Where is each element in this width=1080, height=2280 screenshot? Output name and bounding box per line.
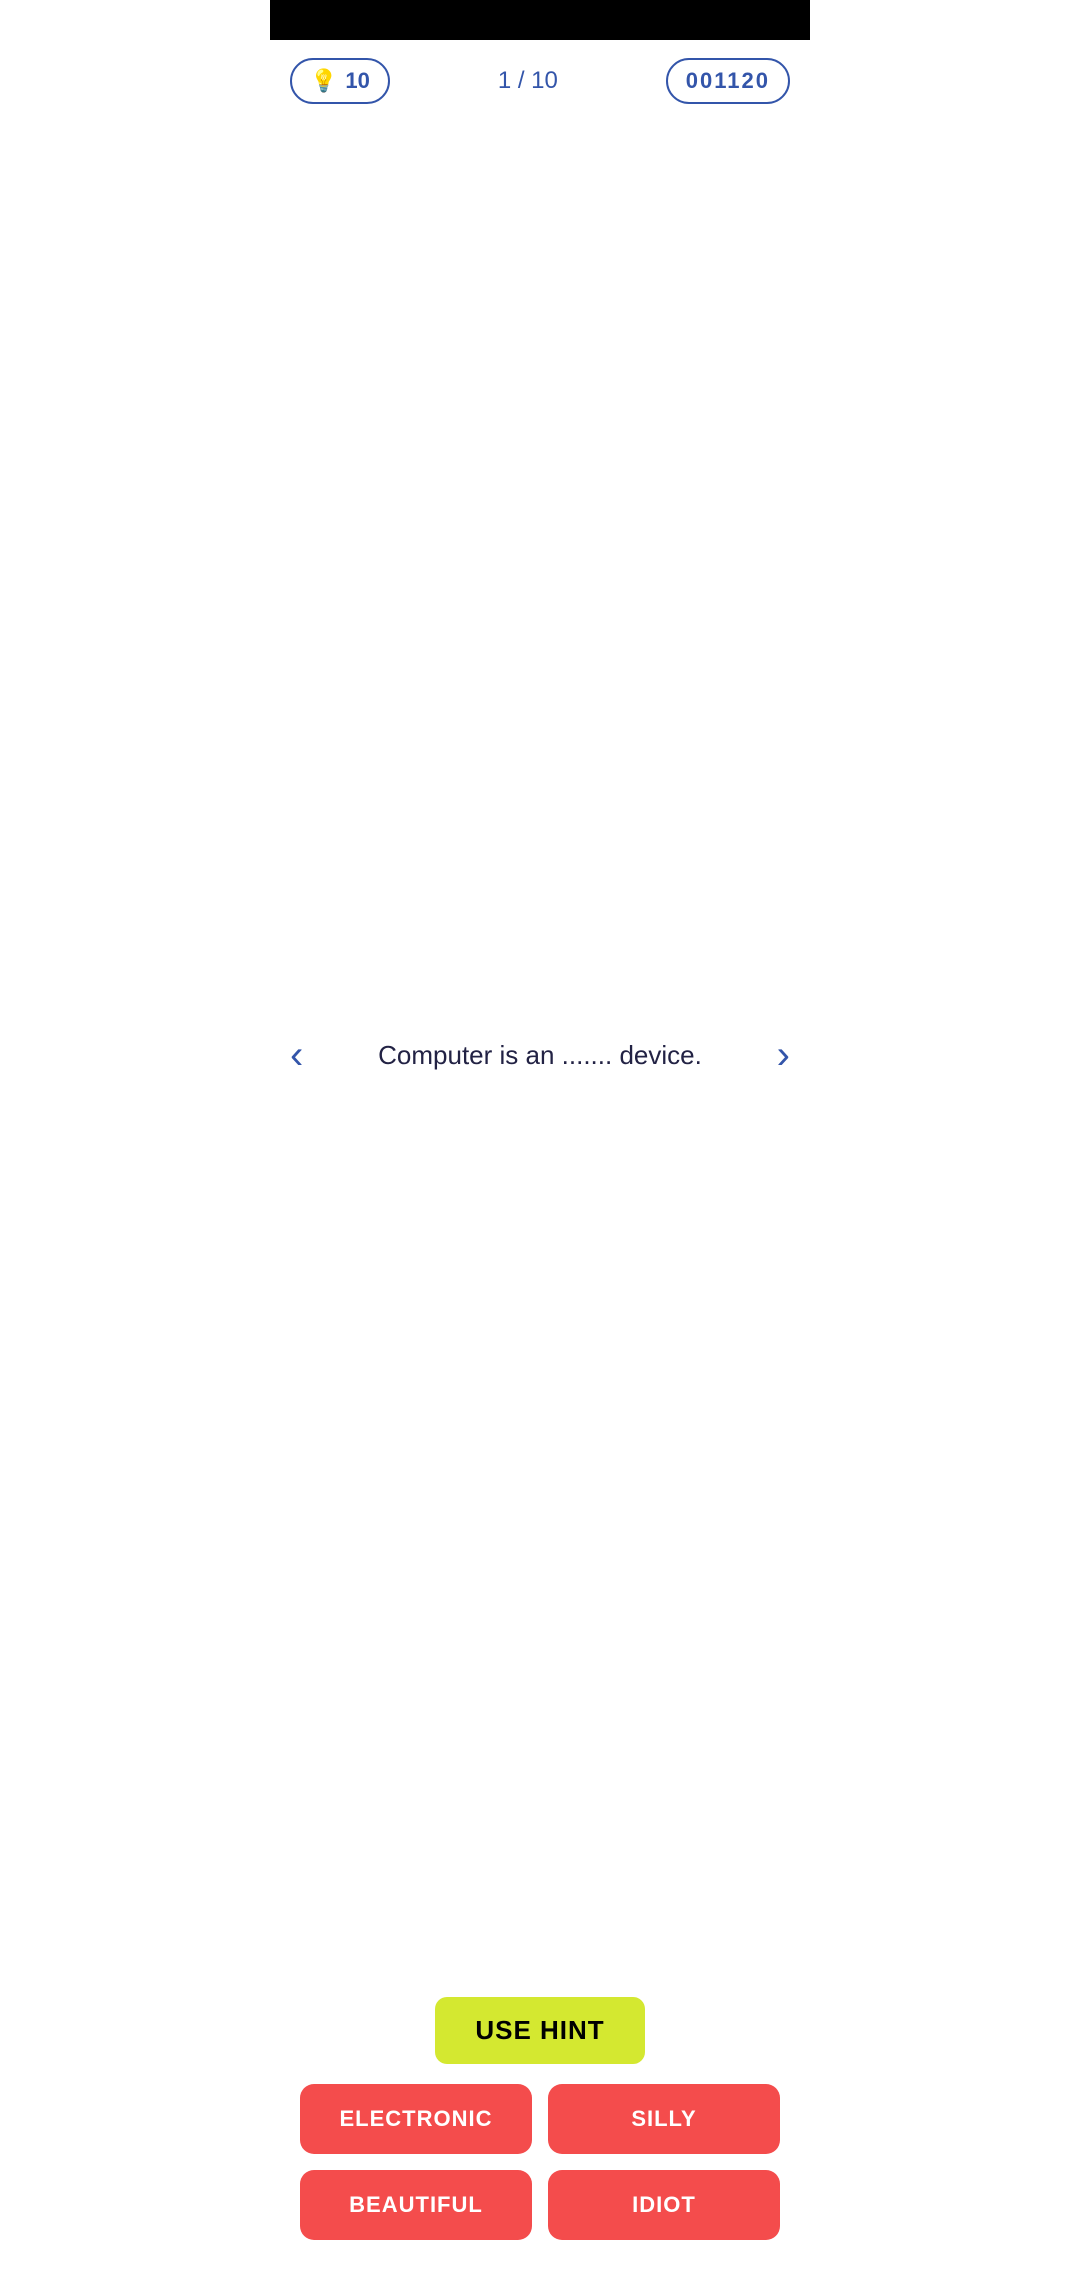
answer-button-3[interactable]: IDIOT: [548, 2170, 780, 2240]
hint-count-value: 10: [345, 68, 369, 94]
prev-arrow-button[interactable]: ‹: [280, 1023, 313, 1088]
answer-grid: ELECTRONIC SILLY BEAUTIFUL IDIOT: [300, 2084, 780, 2240]
answer-button-0[interactable]: ELECTRONIC: [300, 2084, 532, 2154]
lightbulb-icon: 💡: [310, 68, 337, 94]
next-arrow-button[interactable]: ›: [767, 1023, 800, 1088]
top-bar: 💡 10 1 / 10 001120: [270, 40, 810, 114]
answer-button-1[interactable]: SILLY: [548, 2084, 780, 2154]
bottom-section: USE HINT ELECTRONIC SILLY BEAUTIFUL IDIO…: [270, 1997, 810, 2280]
question-text: Computer is an ....... device.: [318, 1036, 762, 1075]
use-hint-button[interactable]: USE HINT: [435, 1997, 644, 2064]
hint-counter[interactable]: 💡 10: [290, 58, 390, 104]
answer-button-2[interactable]: BEAUTIFUL: [300, 2170, 532, 2240]
progress-indicator: 1 / 10: [498, 67, 558, 95]
score-display: 001120: [666, 58, 790, 104]
question-area: ‹ Computer is an ....... device. ›: [270, 114, 810, 1997]
status-bar: [270, 0, 810, 40]
